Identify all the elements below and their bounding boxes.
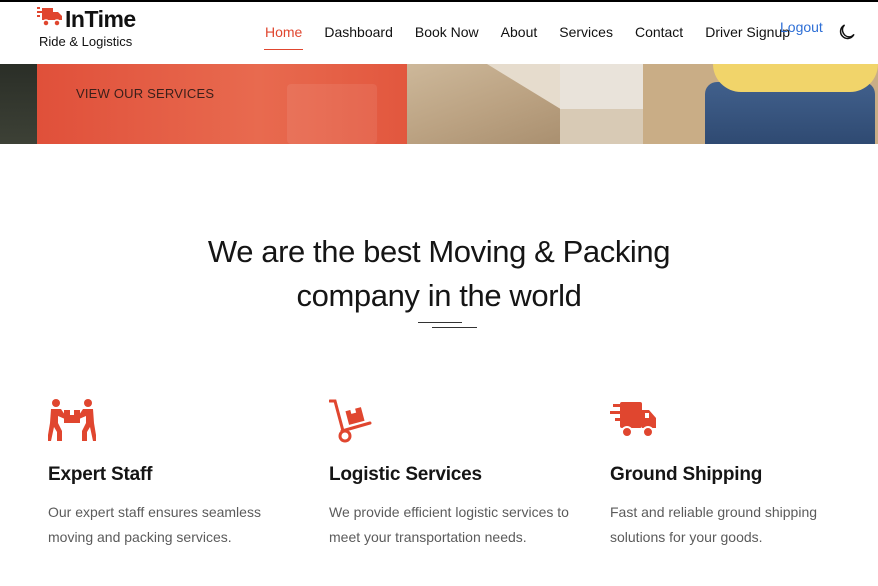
section-heading-line2: company in the world — [296, 278, 582, 313]
brand-logo[interactable]: InTime Ride & Logistics — [37, 6, 136, 49]
moon-icon[interactable] — [838, 23, 856, 46]
nav-book-now[interactable]: Book Now — [415, 24, 479, 50]
feature-description: Fast and reliable ground shipping solutio… — [610, 504, 818, 545]
feature-title: Ground Shipping — [610, 464, 763, 485]
nav-driver-signup[interactable]: Driver Signup — [705, 24, 790, 50]
nav-about[interactable]: About — [501, 24, 538, 50]
main-menu: Home Dashboard Book Now About Services C… — [263, 24, 790, 50]
feature-ground-shipping: Ground Shipping Fast and reliable ground… — [610, 398, 860, 550]
brand-name: InTime — [65, 6, 136, 32]
movers-carrying-box-icon — [47, 398, 98, 446]
hero-person-image — [643, 64, 878, 144]
logout-link[interactable]: Logout — [780, 19, 823, 35]
hero-box-image-2 — [560, 64, 650, 144]
section-heading-line1: We are the best Moving & Packing — [207, 234, 671, 269]
view-services-button[interactable]: VIEW OUR SERVICES — [76, 86, 214, 101]
feature-title: Logistic Services — [329, 464, 482, 485]
feature-logistic-services: Logistic Services We provide efficient l… — [328, 398, 579, 550]
feature-title: Expert Staff — [48, 464, 153, 485]
heading-divider — [418, 322, 462, 323]
fast-delivery-truck-icon — [610, 398, 660, 446]
navbar: InTime Ride & Logistics Home Dashboard B… — [0, 0, 878, 64]
nav-services[interactable]: Services — [559, 24, 613, 50]
feature-description: Our expert staff ensures seamless moving … — [48, 504, 261, 545]
truck-icon — [37, 6, 63, 33]
brand-tagline: Ride & Logistics — [39, 34, 133, 49]
nav-contact[interactable]: Contact — [635, 24, 683, 50]
hand-truck-dolly-icon — [328, 398, 379, 446]
nav-dashboard[interactable]: Dashboard — [324, 24, 393, 50]
hero-overlay-panel: VIEW OUR SERVICES — [37, 64, 407, 144]
hero-banner: VIEW OUR SERVICES — [0, 64, 878, 144]
nav-home[interactable]: Home — [263, 24, 304, 50]
hero-plant-edge — [0, 64, 40, 144]
feature-description: We provide efficient logistic services t… — [329, 504, 569, 545]
feature-expert-staff: Expert Staff Our expert staff ensures se… — [47, 398, 298, 550]
heading-divider — [432, 327, 477, 328]
